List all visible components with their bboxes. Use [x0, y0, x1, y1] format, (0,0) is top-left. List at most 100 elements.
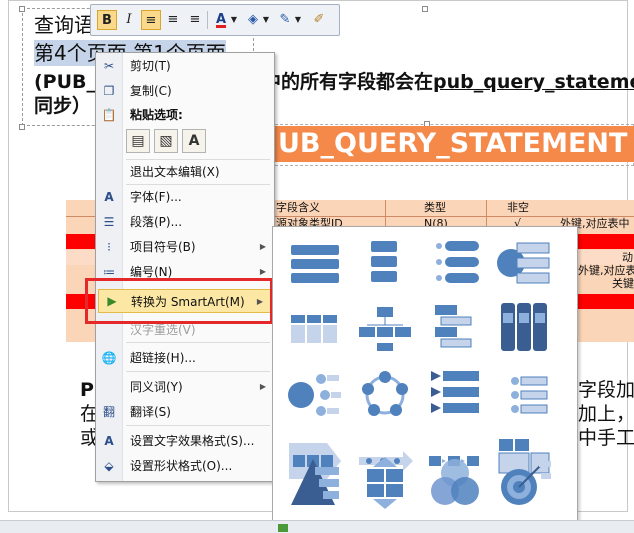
translate-icon: 翻	[102, 405, 115, 419]
menu-separator	[126, 184, 270, 185]
body-text: 加上，	[578, 403, 634, 425]
outline-color-button[interactable]: ✎	[275, 10, 295, 30]
menu-item-label: 同义词(Y)	[130, 380, 183, 394]
smartart-layout-tile[interactable]	[281, 363, 349, 429]
menu-item-paragraph[interactable]: ☰ 段落(P)...	[96, 211, 274, 233]
align-right-button[interactable]: ≡	[185, 10, 205, 30]
menu-separator	[126, 342, 270, 343]
smartart-layout-tile[interactable]	[421, 455, 489, 521]
menu-item-label: 退出文本编辑(X)	[130, 165, 220, 179]
menu-item-font[interactable]: A 字体(F)...	[96, 186, 274, 208]
mini-toolbar: B I ≡ ≡ ≡ A ▼ ◈ ▼ ✎ ▼ ✐	[90, 4, 340, 36]
align-right-icon: ≡	[189, 12, 201, 27]
radial-list-icon	[288, 374, 341, 416]
red-highlight-box	[85, 278, 273, 324]
font-color-button[interactable]: A	[211, 10, 231, 30]
font-color-dropdown[interactable]: ▼	[229, 10, 239, 30]
smartart-layout-tile[interactable]	[421, 363, 489, 429]
hyperlink-icon: 🌐	[101, 351, 117, 365]
resize-handle[interactable]	[422, 6, 428, 12]
menu-item-label: 设置形状格式(O)...	[130, 459, 233, 473]
resize-handle[interactable]	[19, 124, 25, 130]
pyramid-icon	[291, 459, 339, 505]
smartart-layout-tile[interactable]	[491, 231, 559, 297]
font-icon: A	[104, 190, 114, 204]
menu-item-label: 复制(C)	[130, 84, 172, 98]
align-center-button[interactable]: ≡	[163, 10, 183, 30]
outline-color-dropdown[interactable]: ▼	[293, 10, 303, 30]
submenu-arrow-icon: ▶	[259, 382, 266, 391]
menu-item-synonyms[interactable]: 同义词(Y) ▶	[96, 376, 274, 398]
copy-icon: ❐	[103, 84, 115, 98]
fill-color-dropdown[interactable]: ▼	[261, 10, 271, 30]
horizontal-list-icon	[291, 315, 337, 343]
smartart-gallery	[272, 226, 578, 522]
menu-separator	[126, 159, 270, 160]
table-header: 字段含义	[276, 201, 320, 214]
submenu-arrow-icon: ▶	[259, 242, 266, 251]
smartart-layout-tile[interactable]	[281, 231, 349, 297]
stacked-list-icon	[436, 241, 479, 283]
menu-item-label: 剪切(T)	[130, 59, 171, 73]
menu-item-hyperlink[interactable]: 🌐 超链接(H)...	[96, 347, 274, 369]
paste-merge-button[interactable]: ▧	[154, 129, 178, 153]
slide-text-line: 中的所有字段都会在pub_query_statemen	[262, 70, 634, 94]
smartart-layout-tile[interactable]	[491, 297, 559, 363]
resize-handle[interactable]	[19, 6, 25, 12]
italic-button[interactable]: I	[119, 10, 139, 30]
text-effects-icon: A	[104, 434, 114, 448]
smartart-layout-tile[interactable]	[281, 455, 349, 521]
shape-format-icon: ⬙	[104, 459, 114, 473]
menu-item-bullets[interactable]: ⁝ 项目符号(B) ▶	[96, 236, 274, 258]
smartart-layout-tile[interactable]	[491, 455, 559, 521]
menu-item-shape-format[interactable]: ⬙ 设置形状格式(O)...	[96, 455, 274, 477]
menu-item-paste-options: 📋 粘贴选项:	[96, 104, 274, 126]
smartart-layout-tile[interactable]	[421, 297, 489, 363]
menu-item-cut[interactable]: ✂ 剪切(T)	[96, 55, 274, 77]
fill-color-button[interactable]: ◈	[243, 10, 263, 30]
menu-item-label: 段落(P)...	[130, 215, 183, 229]
smartart-layout-tile[interactable]	[421, 231, 489, 297]
table-header: 类型	[424, 201, 446, 214]
menu-item-text-effects[interactable]: A 设置文字效果格式(S)...	[96, 430, 274, 452]
descending-block-list-icon	[511, 376, 548, 414]
matrix-icon	[367, 457, 403, 509]
paste-merge-icon: ▧	[159, 133, 173, 149]
align-left-button[interactable]: ≡	[141, 10, 161, 30]
chevron-list-icon	[431, 371, 479, 413]
format-painter-button[interactable]: ✐	[309, 10, 329, 30]
smartart-layout-tile[interactable]	[351, 297, 419, 363]
paste-options-row: ▤ ▧ A	[126, 129, 246, 155]
paste-keep-icon: ▤	[131, 133, 145, 149]
slide-text-line: 同步）	[34, 95, 92, 117]
menu-separator	[126, 425, 270, 426]
status-icon	[278, 524, 288, 532]
menu-item-copy[interactable]: ❐ 复制(C)	[96, 80, 274, 102]
banner-title: UB_QUERY_STATEMENT	[270, 126, 634, 162]
align-left-icon: ≡	[145, 13, 157, 28]
submenu-arrow-icon: ▶	[259, 267, 266, 276]
paste-text-only-button[interactable]: A	[182, 129, 206, 153]
menu-item-label: 设置文字效果格式(S)...	[130, 434, 255, 448]
paste-keep-source-button[interactable]: ▤	[126, 129, 150, 153]
menu-item-label: 汉字重选(V)	[130, 323, 196, 337]
menu-item-label: 超链接(H)...	[130, 351, 196, 365]
block-list-icon	[435, 305, 472, 348]
bold-button[interactable]: B	[97, 10, 117, 30]
smartart-layout-tile[interactable]	[351, 455, 419, 521]
menu-item-label: 字体(F)...	[130, 190, 182, 204]
basic-list-icon	[291, 245, 339, 283]
target-list-icon	[497, 242, 550, 284]
chevron-down-icon: ▼	[230, 15, 238, 24]
smartart-layout-tile[interactable]	[351, 231, 419, 297]
smartart-layout-tile[interactable]	[281, 297, 349, 363]
pen-icon: ✎	[279, 12, 291, 27]
menu-item-translate[interactable]: 翻 翻译(S)	[96, 401, 274, 423]
smartart-layout-tile[interactable]	[491, 363, 559, 429]
hierarchy-icon	[359, 307, 411, 351]
menu-item-label: 粘贴选项:	[130, 108, 183, 122]
paste-icon: 📋	[101, 108, 117, 122]
context-menu: ✂ 剪切(T) ❐ 复制(C) 📋 粘贴选项: ▤ ▧ A 退出文本编辑(X) …	[95, 52, 275, 482]
smartart-layout-tile[interactable]	[351, 363, 419, 429]
menu-item-exit-text-edit[interactable]: 退出文本编辑(X)	[96, 161, 274, 183]
